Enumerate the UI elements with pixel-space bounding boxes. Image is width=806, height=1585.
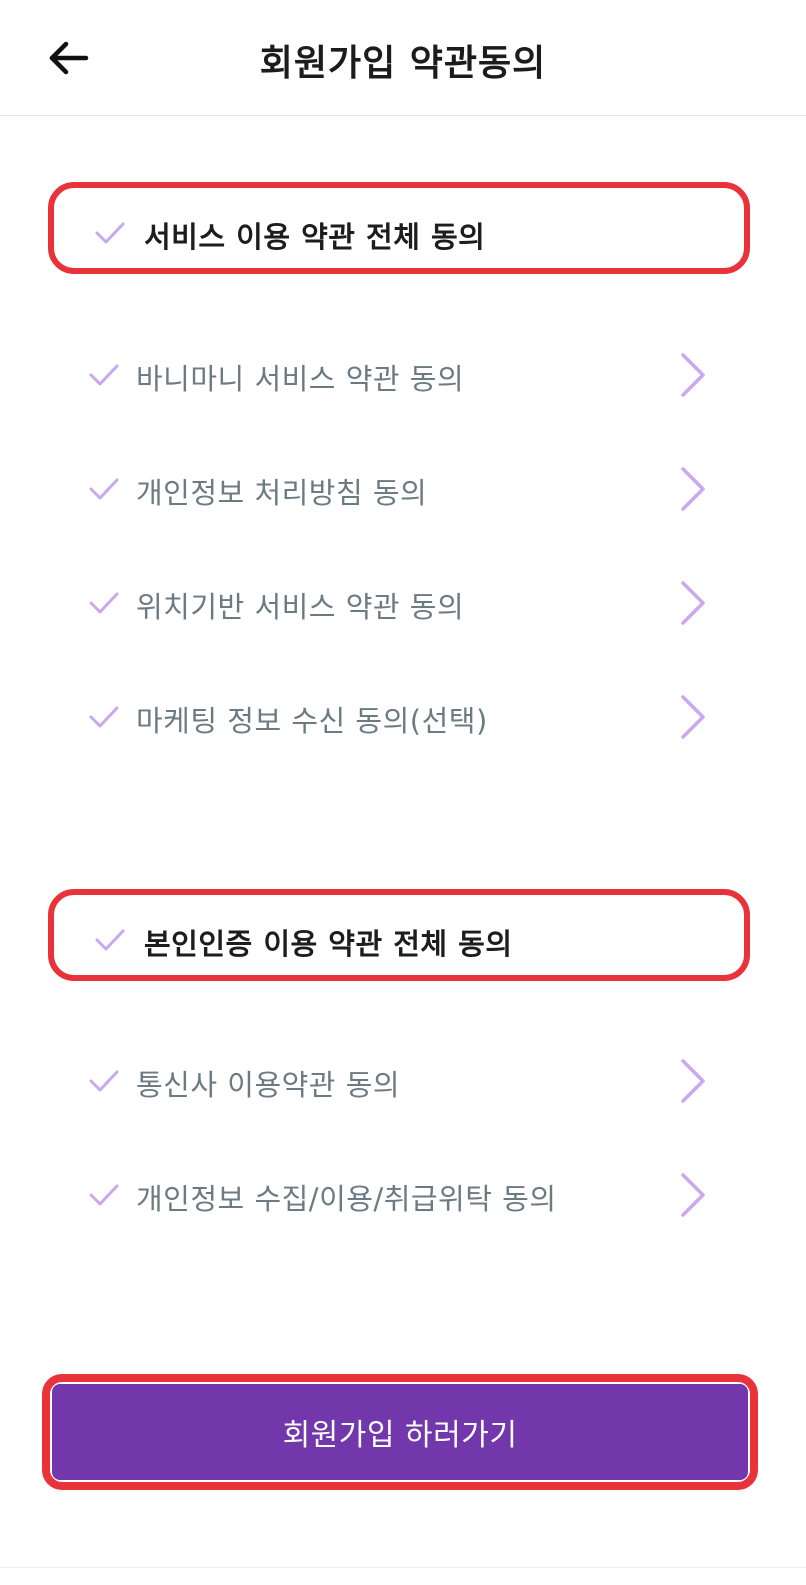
terms-item-label: 통신사 이용약관 동의 [136,1068,401,1102]
identity-terms-all-agree[interactable]: 본인인증 이용 약관 전체 동의 [48,889,750,981]
terms-item-label: 위치기반 서비스 약관 동의 [136,590,465,624]
terms-item-label: 마케팅 정보 수신 동의(선택) [136,704,488,738]
check-icon [95,929,125,951]
service-terms-all-agree[interactable]: 서비스 이용 약관 전체 동의 [48,182,750,274]
terms-item-location-service[interactable]: 위치기반 서비스 약관 동의 [80,568,730,638]
terms-item-privacy-policy[interactable]: 개인정보 처리방침 동의 [80,454,730,524]
service-terms-all-agree-label: 서비스 이용 약관 전체 동의 [144,220,486,254]
terms-item-marketing[interactable]: 마케팅 정보 수신 동의(선택) [80,682,730,752]
chevron-right-icon[interactable] [678,1058,708,1104]
chevron-right-icon[interactable] [678,466,708,512]
chevron-right-icon[interactable] [678,1172,708,1218]
check-icon [89,364,119,386]
check-icon [95,222,125,244]
terms-item-label: 개인정보 수집/이용/취급위탁 동의 [136,1182,557,1216]
check-icon [89,478,119,500]
check-icon [89,1070,119,1092]
check-icon [89,706,119,728]
identity-terms-all-agree-label: 본인인증 이용 약관 전체 동의 [144,927,513,961]
app-header: 회원가입 약관동의 [0,0,806,116]
terms-item-label: 바니마니 서비스 약관 동의 [136,362,465,396]
page-title: 회원가입 약관동의 [259,43,547,84]
terms-item-personal-info-collection[interactable]: 개인정보 수집/이용/취급위탁 동의 [80,1160,730,1230]
chevron-right-icon[interactable] [678,694,708,740]
terms-item-label: 개인정보 처리방침 동의 [136,476,428,510]
check-icon [89,592,119,614]
terms-item-banimani-service[interactable]: 바니마니 서비스 약관 동의 [80,340,730,410]
terms-item-carrier[interactable]: 통신사 이용약관 동의 [80,1046,730,1116]
signup-submit-button[interactable]: 회원가입 하러가기 [42,1374,758,1490]
submit-button-label: 회원가입 하러가기 [282,1418,518,1453]
check-icon [89,1184,119,1206]
chevron-right-icon[interactable] [678,580,708,626]
chevron-right-icon[interactable] [678,352,708,398]
bottom-divider [0,1567,806,1568]
